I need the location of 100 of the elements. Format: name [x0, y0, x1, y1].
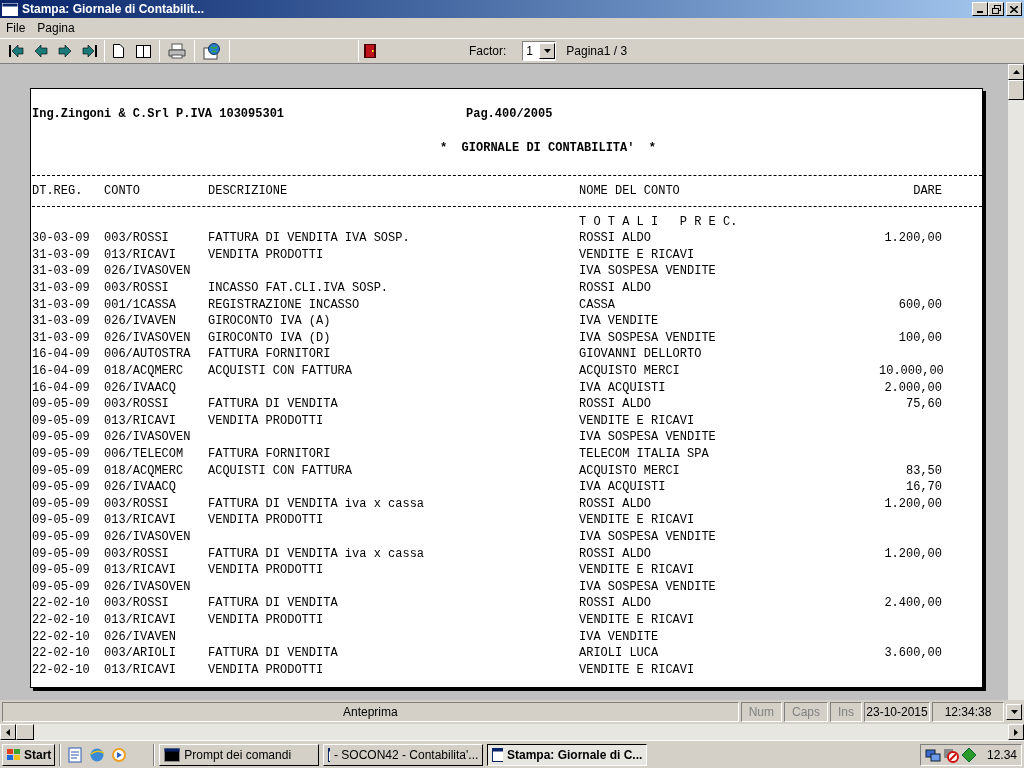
two-pages-icon[interactable]	[136, 44, 151, 58]
table-cell-text: 31-03-09	[32, 296, 91, 314]
table-cell-text: 013/RICAVI	[104, 611, 177, 629]
table-cell-text: ROSSI ALDO	[579, 595, 652, 613]
table-cell-text: 09-05-09	[32, 462, 91, 480]
table-cell-text: IVA VENDITE	[579, 628, 660, 646]
column-header: DESCRIZIONE	[208, 183, 289, 200]
table-cell-text: VENDITA PRODOTTI	[208, 611, 325, 629]
single-page-icon[interactable]	[113, 44, 124, 58]
table-cell-text: 22-02-10	[32, 628, 91, 646]
table-cell-text: IVA ACQUISTI	[579, 379, 667, 397]
table-cell-text: IVA SOSPESA VENDITE	[579, 329, 717, 347]
table-cell-text: 100,00	[897, 329, 942, 347]
table-cell-text: VENDITE E RICAVI	[579, 412, 696, 430]
last-page-icon[interactable]	[82, 44, 98, 58]
table-cell-text: 09-05-09	[32, 562, 91, 580]
page-indicator: Pagina1 / 3	[566, 43, 628, 60]
table-cell-text: GIROCONTO IVA (A)	[208, 313, 332, 331]
table-cell-text: 09-05-09	[32, 529, 91, 546]
status-date: 23-10-2015	[864, 702, 930, 722]
minimize-button[interactable]	[972, 2, 988, 16]
table-cell-text: 026/IVASOVEN	[104, 329, 192, 347]
table-cell-text: 026/IVAVEN	[104, 628, 177, 646]
table-cell-text: FATTURA DI VENDITA iva x cassa	[208, 495, 426, 513]
start-button[interactable]: Start	[2, 743, 56, 766]
company-header: Ing.Zingoni & C.Srl P.IVA 103095301	[32, 106, 286, 123]
next-page-icon[interactable]	[58, 45, 72, 57]
table-cell-text: FATTURA DI VENDITA IVA SOSP.	[208, 230, 411, 248]
vertical-scrollbar[interactable]	[1008, 64, 1024, 700]
restore-icon	[991, 4, 1001, 14]
table-cell-text: 09-05-09	[32, 396, 91, 414]
first-page-icon[interactable]	[8, 44, 24, 58]
table-cell-text: 2.000,00	[883, 379, 942, 397]
table-cell-text: 31-03-09	[32, 246, 91, 264]
no-entry-icon[interactable]	[942, 746, 959, 763]
table-cell-text: 003/ROSSI	[104, 396, 170, 414]
menu-item[interactable]: Pagina	[37, 19, 75, 37]
table-cell-text: 013/RICAVI	[104, 661, 177, 679]
table-cell-text: FATTURA DI VENDITA	[208, 595, 339, 613]
table-cell-text: 09-05-09	[32, 512, 91, 530]
printer-icon[interactable]	[168, 43, 186, 59]
close-button[interactable]	[1006, 2, 1022, 16]
shield-icon[interactable]	[960, 746, 977, 763]
table-cell-text: CASSA	[579, 296, 616, 314]
table-cell-text: 16,70	[905, 479, 942, 497]
scroll-down-icon	[1010, 710, 1018, 714]
taskbar-button[interactable]: Prompt dei comandi	[159, 743, 320, 766]
scroll-up-icon	[1012, 70, 1020, 74]
table-cell-text: ROSSI ALDO	[579, 545, 652, 563]
table-cell-text: ROSSI ALDO	[579, 396, 652, 414]
table-cell-text: IVA SOSPESA VENDITE	[579, 263, 717, 281]
table-cell-text: 83,50	[905, 462, 942, 480]
table-cell-text: 013/RICAVI	[104, 512, 177, 530]
table-cell-text: 026/IVASOVEN	[104, 263, 192, 281]
table-cell-text: FATTURA DI VENDITA iva x cassa	[208, 545, 426, 563]
status-indicator: Ins	[830, 702, 862, 722]
taskbar-button[interactable]: - SOCON42 - Contabilita'...	[323, 743, 484, 766]
table-cell-text: FATTURA FORNITORI	[208, 346, 332, 364]
table-cell-text: GIOVANNI DELLORTO	[579, 346, 703, 364]
scroll-right-icon	[1014, 728, 1018, 736]
table-cell-text: 09-05-09	[32, 479, 91, 497]
table-cell-text: ROSSI ALDO	[579, 495, 652, 513]
table-cell-text: 026/IVASOVEN	[104, 578, 192, 596]
status-message: Anteprima	[2, 702, 739, 722]
table-cell-text: TELECOM ITALIA SPA	[579, 446, 710, 463]
table-cell-text: 006/AUTOSTRA	[104, 346, 192, 364]
table-cell-text: REGISTRAZIONE INCASSO	[208, 296, 361, 314]
status-indicator: Num	[740, 702, 782, 722]
network-icon[interactable]	[924, 746, 941, 763]
table-cell-text: 013/RICAVI	[104, 246, 177, 264]
table-cell-text: VENDITE E RICAVI	[579, 611, 696, 629]
document-app-icon[interactable]	[67, 746, 84, 763]
previous-page-icon[interactable]	[34, 45, 48, 57]
table-cell-text: IVA VENDITE	[579, 313, 660, 331]
table-cell-text: 22-02-10	[32, 611, 91, 629]
scrollbar-thumb[interactable]	[1008, 80, 1024, 100]
media-player-icon[interactable]	[111, 746, 128, 763]
exit-door-icon[interactable]	[363, 43, 377, 59]
taskbar-button[interactable]: Stampa: Giornale di C...	[487, 743, 648, 766]
globe-document-icon[interactable]	[203, 42, 221, 60]
table-cell-text: VENDITE E RICAVI	[579, 661, 696, 679]
restore-button[interactable]	[988, 2, 1004, 16]
table-cell-text: 09-05-09	[32, 545, 91, 563]
table-cell-text: ACQUISTI CON FATTURA	[208, 462, 354, 480]
table-cell-text: 013/RICAVI	[104, 562, 177, 580]
table-cell-text: ARIOLI LUCA	[579, 645, 660, 663]
factor-dropdown[interactable]: 1	[522, 41, 557, 61]
table-cell-text: 026/IVAACQ	[104, 379, 177, 397]
column-header: DARE	[912, 183, 942, 200]
table-cell-text: VENDITE E RICAVI	[579, 512, 696, 530]
table-cell-text: 30-03-09	[32, 230, 91, 248]
horizontal-scrollbar[interactable]	[0, 724, 1024, 740]
table-cell-text: ACQUISTI CON FATTURA	[208, 363, 354, 381]
menu-item[interactable]: File	[6, 19, 26, 37]
table-cell-text: 16-04-09	[32, 346, 91, 364]
table-cell-text: 31-03-09	[32, 329, 91, 347]
table-cell-text: 026/IVASOVEN	[104, 529, 192, 546]
table-cell-text: 2.400,00	[883, 595, 942, 613]
scrollbar-thumb[interactable]	[16, 724, 34, 740]
table-cell-text: ROSSI ALDO	[579, 280, 652, 298]
